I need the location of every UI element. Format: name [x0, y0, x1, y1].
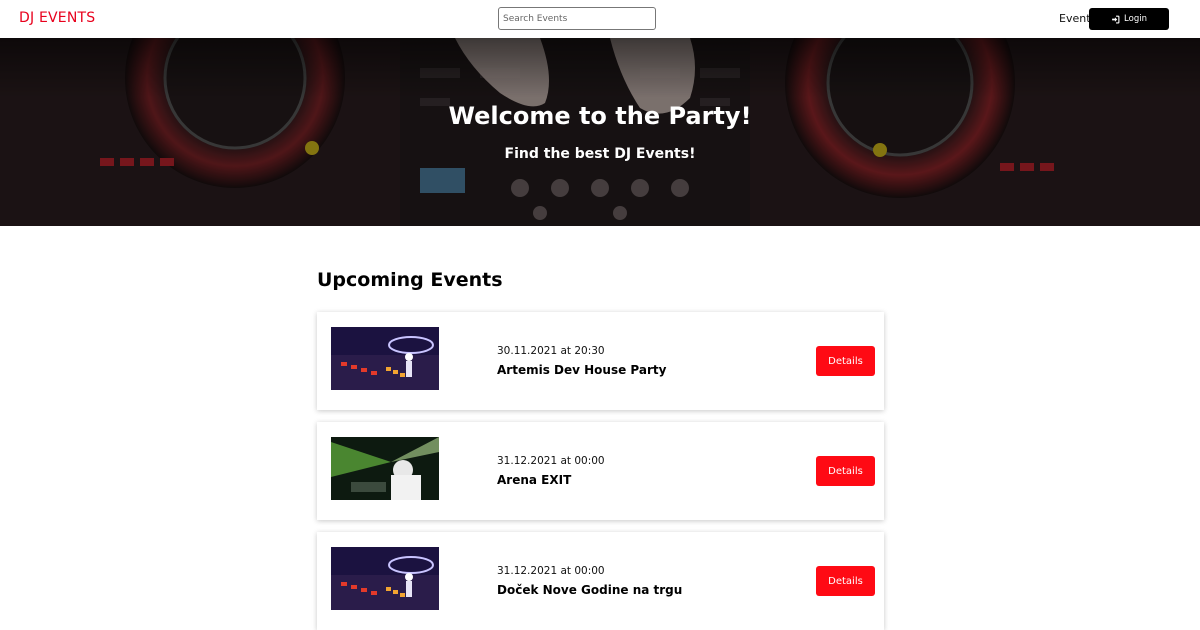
event-date: 31.12.2021 at 00:00 [497, 455, 605, 467]
event-date: 31.12.2021 at 00:00 [497, 565, 605, 577]
hero-title: Welcome to the Party! [448, 102, 752, 130]
event-card: 31.12.2021 at 00:00 Arena EXIT Details [317, 422, 884, 520]
login-button[interactable]: Login [1089, 8, 1169, 30]
site-logo[interactable]: DJ EVENTS [19, 10, 95, 26]
login-label: Login [1124, 14, 1147, 24]
details-button[interactable]: Details [816, 346, 875, 376]
event-card: 31.12.2021 at 00:00 Doček Nove Godine na… [317, 532, 884, 630]
event-title: Artemis Dev House Party [497, 363, 667, 377]
event-image [331, 327, 439, 390]
hero-overlay [0, 38, 1200, 226]
hero-banner: Welcome to the Party! Find the best DJ E… [0, 38, 1200, 226]
details-button[interactable]: Details [816, 456, 875, 486]
event-title: Arena EXIT [497, 473, 572, 487]
section-title: Upcoming Events [317, 269, 503, 291]
event-title: Doček Nove Godine na trgu [497, 583, 683, 597]
search-input[interactable] [498, 7, 656, 30]
details-button[interactable]: Details [816, 566, 875, 596]
sign-in-icon [1112, 15, 1120, 23]
event-date: 30.11.2021 at 20:30 [497, 345, 605, 357]
event-image [331, 437, 439, 500]
top-navbar: DJ EVENTS Events Login [0, 0, 1200, 38]
event-image [331, 547, 439, 610]
hero-subtitle: Find the best DJ Events! [504, 146, 696, 162]
event-card: 30.11.2021 at 20:30 Artemis Dev House Pa… [317, 312, 884, 410]
